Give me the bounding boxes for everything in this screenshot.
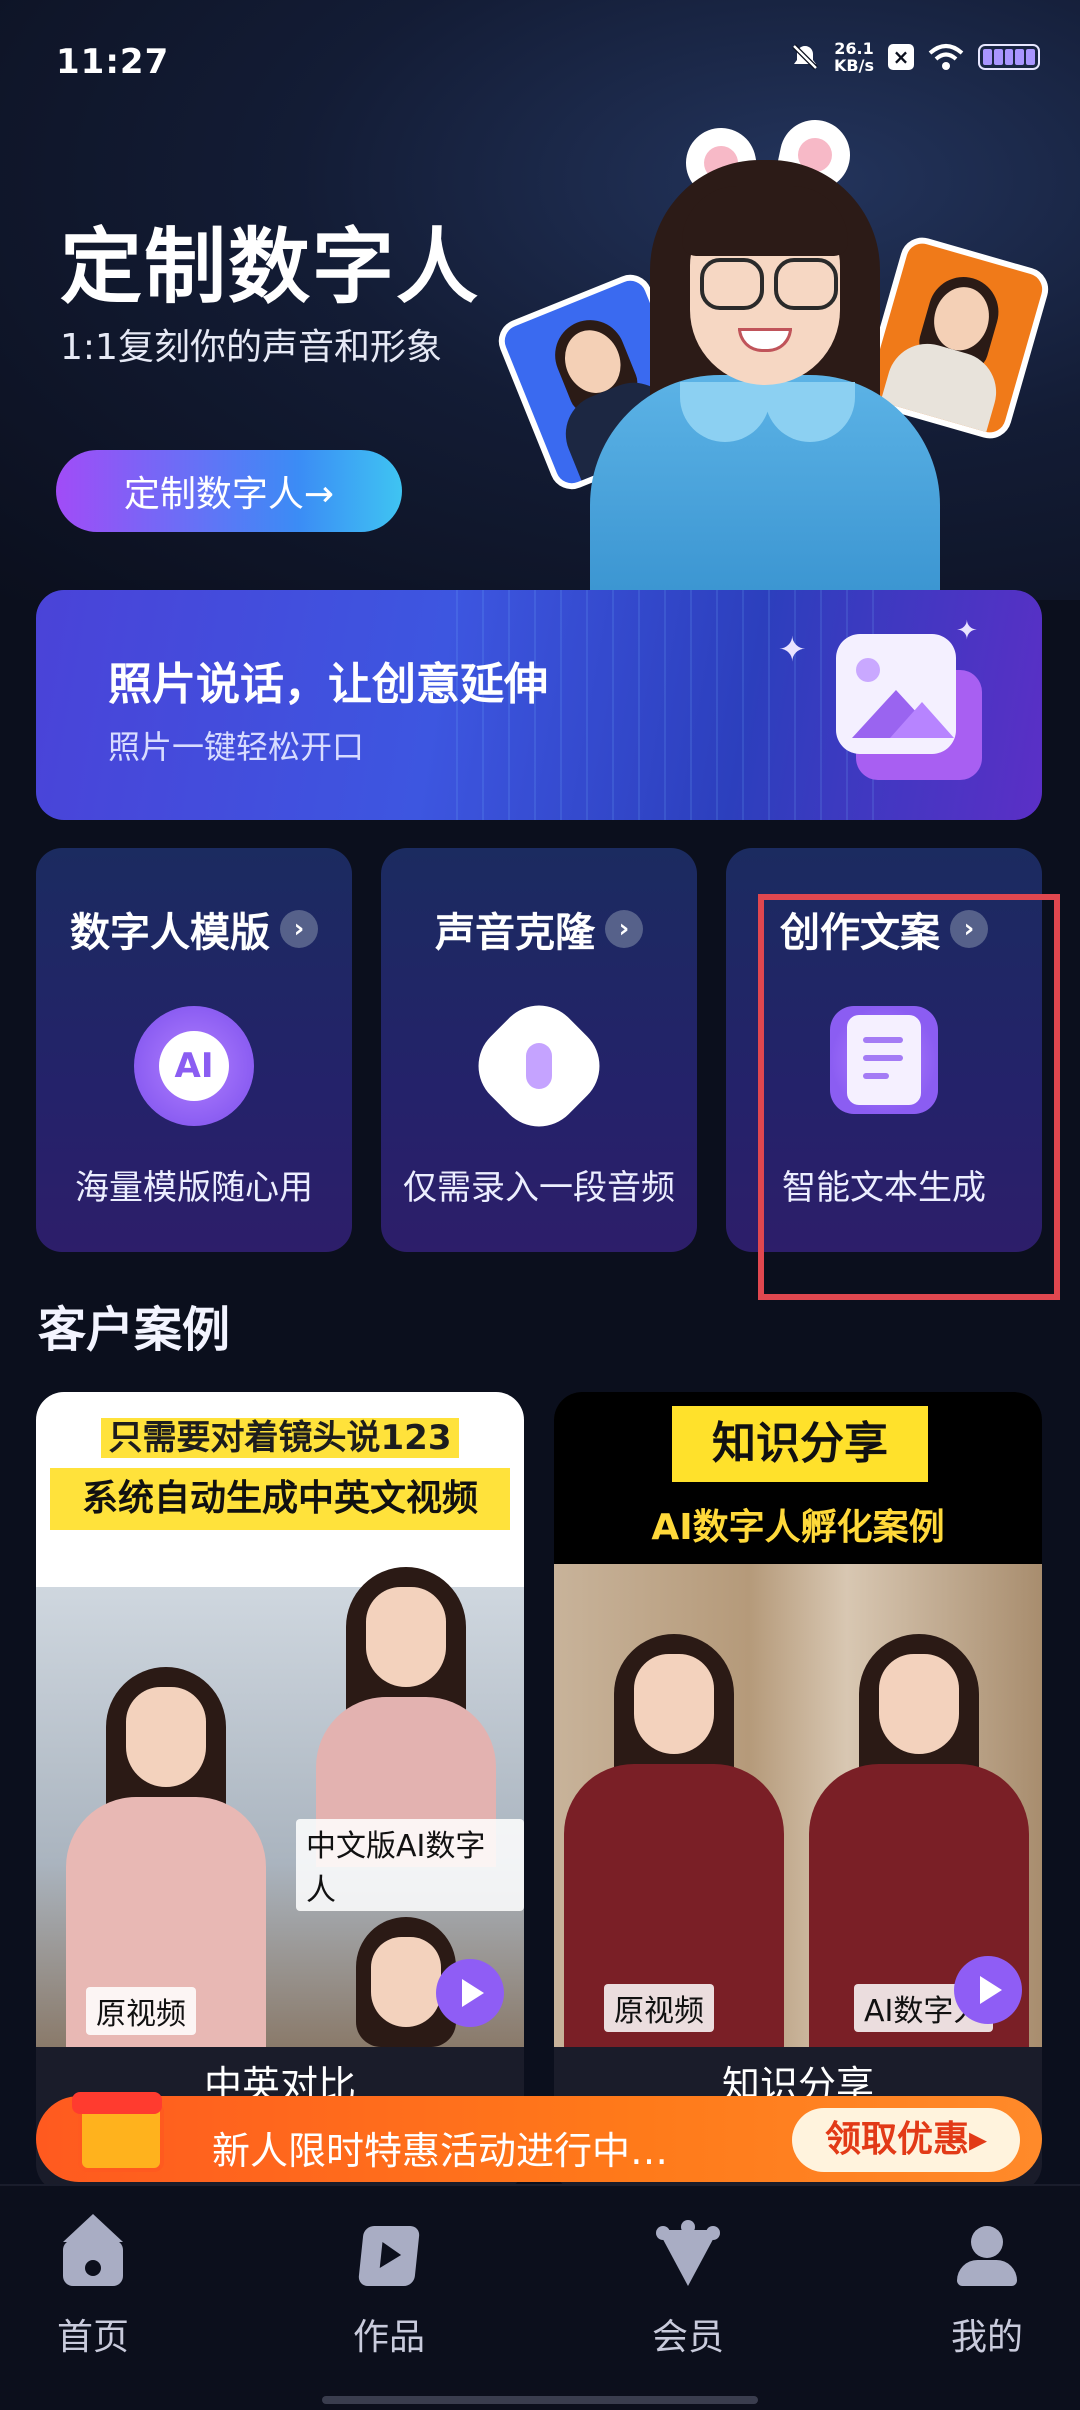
claim-discount-button[interactable]: 领取优惠▸ [792,2108,1020,2172]
play-icon[interactable] [954,1956,1022,2024]
feature-title: 数字人模版 [70,910,270,956]
nav-label: 我的 [950,2317,1023,2358]
case-thumbnail: 知识分享 AI数字人孵化案例 原视频 AI数字人 [554,1392,1042,2047]
nav-item-me[interactable]: 我的 [907,2226,1067,2360]
gift-icon [58,2072,174,2172]
close-box-icon: × [888,44,914,70]
banner-title: 照片说话，让创意延伸 [108,659,548,710]
bottom-nav: 首页 作品 会员 我的 [0,2184,1080,2410]
battery-icon [978,44,1040,70]
promo-text: 新人限时特惠活动进行中… [212,2129,669,2173]
hero-subtitle: 1:1复刻你的声音和形象 [60,327,442,368]
microphone-icon [461,988,617,1144]
nav-label: 作品 [352,2317,425,2358]
photo-talk-banner[interactable]: 照片说话，让创意延伸 照片一键轻松开口 ✦ ✦ [36,590,1042,820]
status-icons: 26.1 KB/s × [790,40,1040,74]
customize-digital-human-button[interactable]: 定制数字人→ [56,450,402,532]
case-tag: 中文版AI数字人 [296,1819,524,1911]
home-indicator[interactable] [322,2396,758,2404]
ai-head-icon: AI [134,1006,254,1126]
wifi-icon [928,44,964,70]
nav-label: 首页 [56,2317,129,2358]
works-icon [357,2226,421,2286]
case-headline: 只需要对着镜头说123 [100,1418,460,1458]
feature-description: 仅需录入一段音频 [403,1168,675,1208]
nav-label: 会员 [651,2317,724,2358]
case-tag: 原视频 [604,1984,714,2032]
sparkle-icon: ✦ [778,630,807,670]
case-card-knowledge[interactable]: 知识分享 AI数字人孵化案例 原视频 AI数字人 知识分享 [554,1392,1042,2192]
mute-bell-icon [792,44,818,70]
hero-title: 定制数字人 [60,220,481,315]
nav-item-home[interactable]: 首页 [13,2214,173,2360]
play-icon[interactable] [436,1959,504,2027]
banner-subtitle: 照片一键轻松开口 [108,728,365,766]
sparkle-icon: ✦ [956,616,978,646]
chevron-right-icon: › [605,910,643,948]
case-headline: AI数字人孵化案例 [651,1507,945,1548]
hero-digital-human-image [590,110,950,590]
chevron-right-icon: › [280,910,318,948]
feature-card-templates[interactable]: 数字人模版 › AI 海量模版随心用 [36,848,352,1252]
case-headline: 系统自动生成中英文视频 [50,1468,510,1530]
case-thumbnail: 只需要对着镜头说123 系统自动生成中英文视频 中文版AI数字人 原视频 [36,1392,524,2047]
profile-icon [957,2226,1017,2286]
case-headline: 知识分享 [672,1406,928,1482]
vip-crown-icon [656,2220,720,2286]
highlight-box [758,894,1060,1300]
feature-card-voice-clone[interactable]: 声音克隆 › 仅需录入一段音频 [381,848,697,1252]
nav-item-vip[interactable]: 会员 [608,2220,768,2360]
section-title-cases: 客户案例 [38,1302,231,1358]
status-time: 11:27 [56,42,170,82]
case-tag: 原视频 [86,1987,196,2035]
image-icon [836,634,956,754]
feature-title: 声音克隆 [435,910,595,956]
feature-description: 海量模版随心用 [75,1168,313,1208]
nav-item-works[interactable]: 作品 [309,2226,469,2360]
network-speed: 26.1 KB/s [834,39,874,75]
home-icon [63,2214,123,2286]
